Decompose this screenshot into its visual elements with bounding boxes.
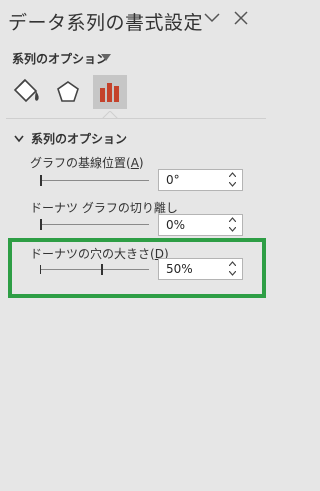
spin-down-icon[interactable] (229, 227, 236, 232)
paint-bucket-icon (13, 78, 39, 103)
format-data-series-pane: データ系列の書式設定 系列のオプション 系列のオプション グラフの基線位置(A)… (0, 0, 272, 491)
close-icon[interactable] (233, 10, 249, 26)
doughnut-explosion-label: ドーナツ グラフの切り離し (30, 201, 178, 215)
series-options-dropdown[interactable]: 系列のオプション (12, 50, 108, 67)
divider (6, 118, 266, 119)
spin-up-icon[interactable] (229, 217, 236, 222)
tab-fill-line[interactable] (10, 75, 44, 109)
first-slice-angle-label: グラフの基線位置(A) (30, 156, 144, 170)
pentagon-icon (57, 81, 79, 102)
highlight-box (8, 238, 266, 298)
first-slice-angle-slider-thumb[interactable] (40, 175, 42, 186)
doughnut-explosion-value[interactable]: 0% (166, 218, 185, 232)
first-slice-angle-spinbox[interactable]: 0° (158, 169, 243, 191)
doughnut-explosion-spinbox[interactable]: 0% (158, 214, 243, 236)
chevron-down-icon[interactable] (203, 11, 221, 25)
tab-series-options[interactable] (93, 75, 127, 109)
spin-down-icon[interactable] (229, 182, 236, 187)
spin-up-icon[interactable] (229, 172, 236, 177)
pane-title: データ系列の書式設定 (8, 12, 204, 34)
tab-effects[interactable] (51, 75, 85, 109)
section-title[interactable]: 系列のオプション (31, 130, 127, 147)
doughnut-explosion-slider[interactable] (40, 224, 149, 225)
bar-chart-icon (100, 83, 119, 102)
collapse-chevron-icon[interactable] (14, 135, 24, 143)
first-slice-angle-value[interactable]: 0° (166, 173, 180, 187)
dropdown-triangle-icon[interactable] (101, 54, 111, 61)
first-slice-angle-slider[interactable] (40, 180, 149, 181)
doughnut-explosion-slider-thumb[interactable] (40, 219, 42, 230)
